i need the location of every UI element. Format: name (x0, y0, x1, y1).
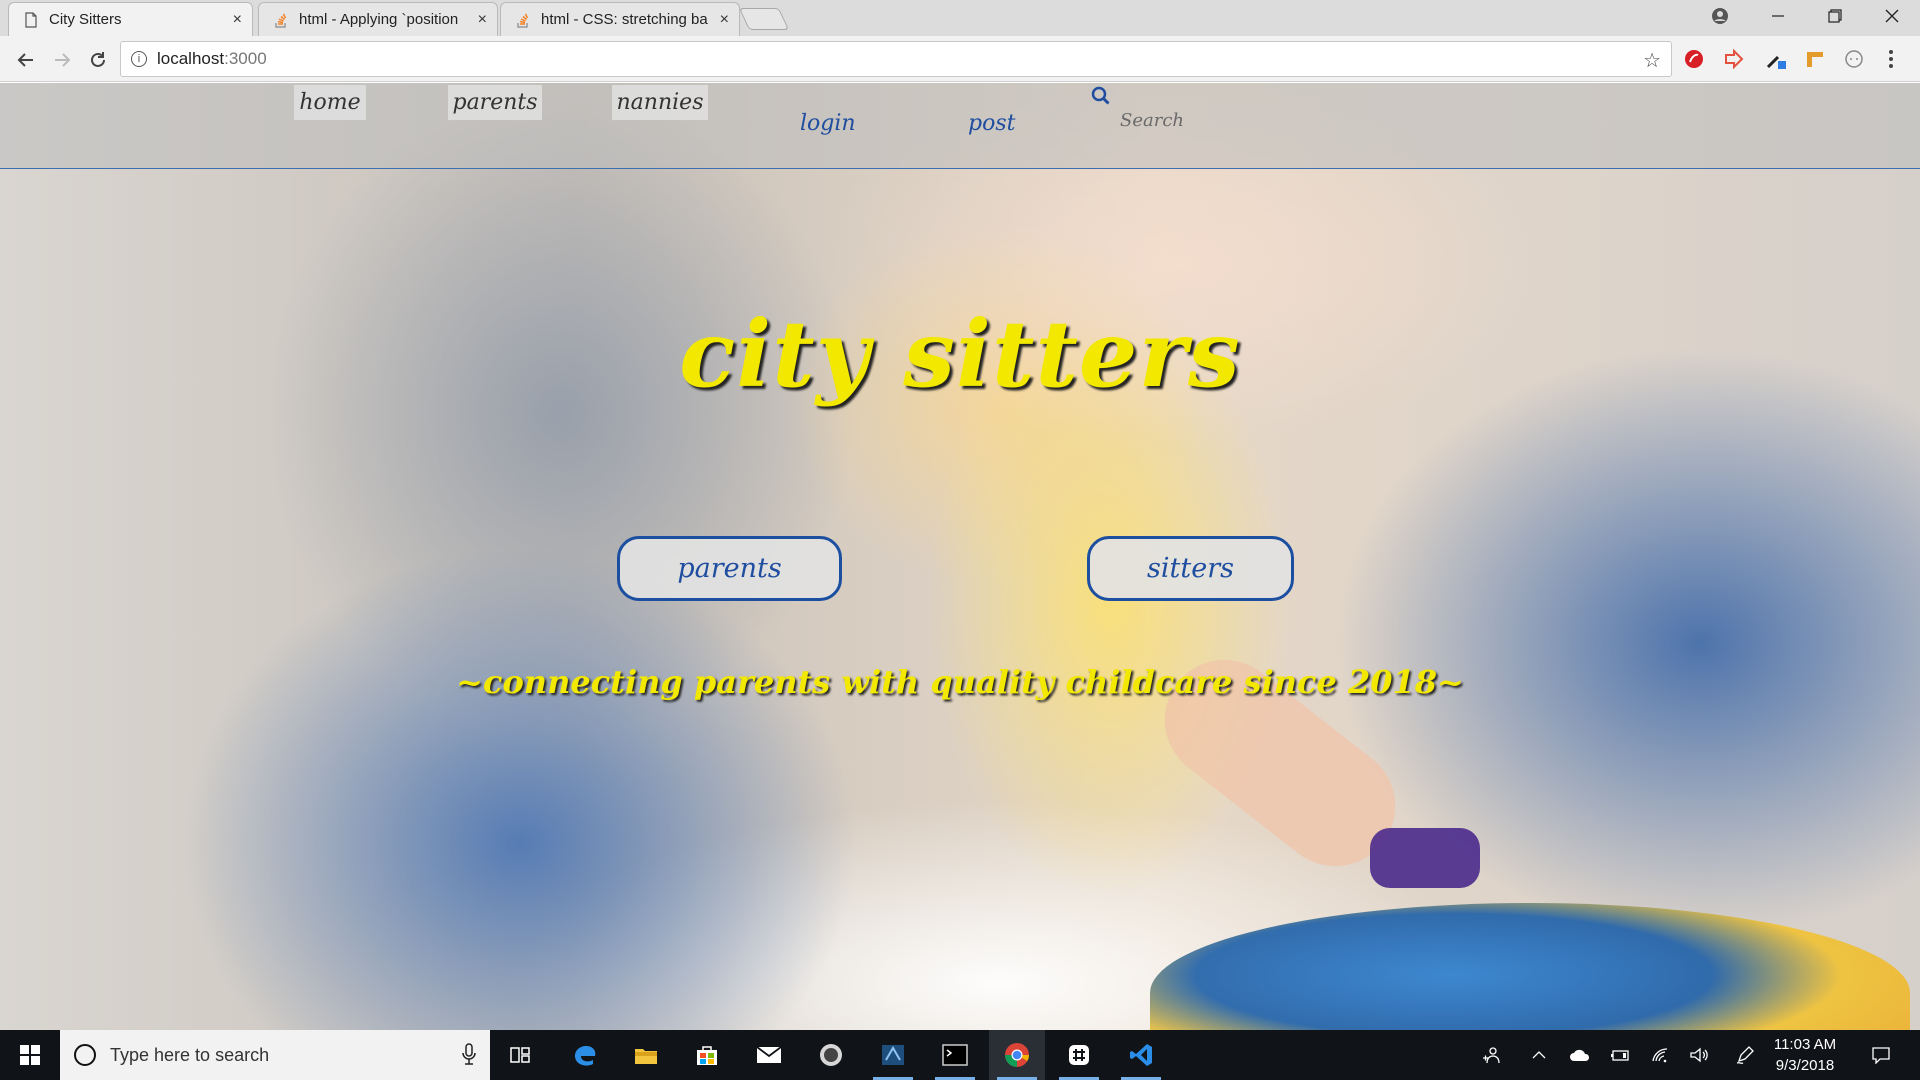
forward-button[interactable] (48, 46, 76, 74)
show-hidden-icons-chevron-up-icon[interactable] (1528, 1030, 1550, 1080)
account-circle-icon (1712, 8, 1728, 24)
tab-city-sitters[interactable]: City Sitters × (8, 2, 253, 36)
taskbar-store[interactable] (679, 1030, 735, 1080)
slack-icon (1069, 1045, 1089, 1065)
nav-tab-parents[interactable]: parents (448, 85, 542, 120)
store-icon (697, 1046, 717, 1065)
background-photo-toys (1150, 903, 1910, 1030)
hero-title: city sitters (679, 300, 1241, 408)
windows-logo-icon (20, 1045, 40, 1065)
tab-title: html - Applying `position (299, 11, 459, 28)
terminal-icon (942, 1044, 968, 1066)
extension-arrow-icon[interactable] (1723, 48, 1745, 70)
close-icon[interactable]: × (233, 11, 242, 29)
folder-icon (635, 1049, 657, 1064)
wifi-icon[interactable] (1648, 1030, 1674, 1080)
back-arrow-icon (17, 53, 33, 67)
search-icon[interactable] (1090, 85, 1112, 107)
taskbar-search-box[interactable]: Type here to search (60, 1030, 490, 1080)
close-icon (1885, 9, 1899, 23)
taskbar-github[interactable] (803, 1030, 859, 1080)
task-view-button[interactable] (492, 1030, 548, 1080)
reload-icon (91, 52, 105, 67)
close-icon[interactable]: × (720, 11, 729, 29)
stackoverflow-icon (275, 13, 287, 28)
url-host: localhost (157, 49, 225, 68)
sitters-button[interactable]: sitters (1087, 536, 1294, 601)
browser-toolbar: i localhost :3000 ☆ (0, 36, 1920, 82)
microphone-icon[interactable] (462, 1043, 476, 1070)
mail-icon (756, 1046, 782, 1063)
volume-icon[interactable] (1686, 1030, 1712, 1080)
url-port: :3000 (224, 49, 267, 68)
back-button[interactable] (12, 46, 40, 74)
visual-studio-icon (882, 1045, 904, 1065)
tab-title: html - CSS: stretching ba (541, 11, 708, 28)
extension-circle-icon[interactable] (1843, 48, 1865, 70)
nav-tab-nannies[interactable]: nannies (612, 85, 708, 120)
close-icon[interactable]: × (478, 11, 487, 29)
forward-arrow-icon (55, 53, 71, 67)
people-icon[interactable] (1478, 1030, 1504, 1080)
start-button[interactable] (0, 1030, 60, 1080)
taskbar-search-placeholder: Type here to search (110, 1044, 270, 1065)
close-window-button[interactable] (1862, 0, 1920, 32)
browser-tab-strip: City Sitters × html - Applying `position… (0, 0, 1920, 36)
nav-link-login[interactable]: login (800, 111, 856, 136)
bookmark-star-icon[interactable]: ☆ (1643, 48, 1661, 73)
tab-stackoverflow-stretching[interactable]: html - CSS: stretching ba × (500, 2, 740, 36)
taskbar-visual-studio[interactable] (865, 1030, 921, 1080)
extension-eyedropper-icon[interactable] (1765, 48, 1787, 70)
vscode-icon (1130, 1044, 1152, 1066)
taskbar-terminal[interactable] (927, 1030, 983, 1080)
taskbar-clock[interactable]: 11:03 AM 9/3/2018 (1762, 1034, 1848, 1076)
nav-tab-home[interactable]: home (294, 85, 366, 120)
extension-ruler-icon[interactable] (1804, 48, 1826, 70)
site-navbar: home parents nannies login post (0, 83, 1920, 169)
cortana-icon (74, 1044, 96, 1066)
stackoverflow-icon (517, 13, 529, 28)
page-icon (25, 11, 37, 28)
battery-icon[interactable] (1608, 1030, 1632, 1080)
onedrive-cloud-icon[interactable] (1567, 1030, 1593, 1080)
github-icon (820, 1044, 842, 1066)
parents-button[interactable]: parents (617, 536, 842, 601)
task-view-icon (510, 1047, 530, 1063)
reload-button[interactable] (84, 46, 112, 74)
windows-taskbar: Type here to search 11:03 AM 9/3/2018 (0, 1030, 1920, 1080)
taskbar-vscode[interactable] (1113, 1030, 1169, 1080)
chrome-icon (1005, 1043, 1029, 1067)
info-icon[interactable]: i (131, 51, 147, 67)
tab-title: City Sitters (49, 11, 122, 28)
extension-red-icon[interactable] (1683, 48, 1705, 70)
taskbar-file-explorer[interactable] (618, 1030, 674, 1080)
taskbar-slack[interactable] (1051, 1030, 1107, 1080)
clock-time: 11:03 AM (1773, 1036, 1837, 1053)
tab-stackoverflow-position[interactable]: html - Applying `position × (258, 2, 498, 36)
minimize-icon (1772, 15, 1784, 17)
nav-link-post[interactable]: post (968, 111, 1015, 136)
chrome-menu-icon[interactable] (1880, 48, 1902, 70)
address-bar[interactable]: i localhost :3000 ☆ (120, 41, 1672, 77)
action-center-icon[interactable] (1866, 1030, 1896, 1080)
taskbar-chrome[interactable] (989, 1030, 1045, 1080)
search-input[interactable] (1110, 105, 1310, 135)
pen-ink-icon[interactable] (1732, 1030, 1758, 1080)
restore-button[interactable] (1805, 0, 1865, 32)
restore-icon (1828, 9, 1842, 23)
taskbar-edge[interactable] (557, 1030, 613, 1080)
minimize-button[interactable] (1748, 0, 1808, 32)
profile-icon[interactable] (1690, 0, 1750, 32)
clock-date: 9/3/2018 (1775, 1057, 1835, 1074)
new-tab-button[interactable] (738, 8, 790, 30)
tagline: ~connecting parents with quality childca… (456, 663, 1464, 701)
background-photo-toy (1370, 828, 1480, 888)
edge-icon (575, 1046, 596, 1066)
taskbar-mail[interactable] (741, 1030, 797, 1080)
page-viewport: home parents nannies login post city sit… (0, 83, 1920, 1030)
